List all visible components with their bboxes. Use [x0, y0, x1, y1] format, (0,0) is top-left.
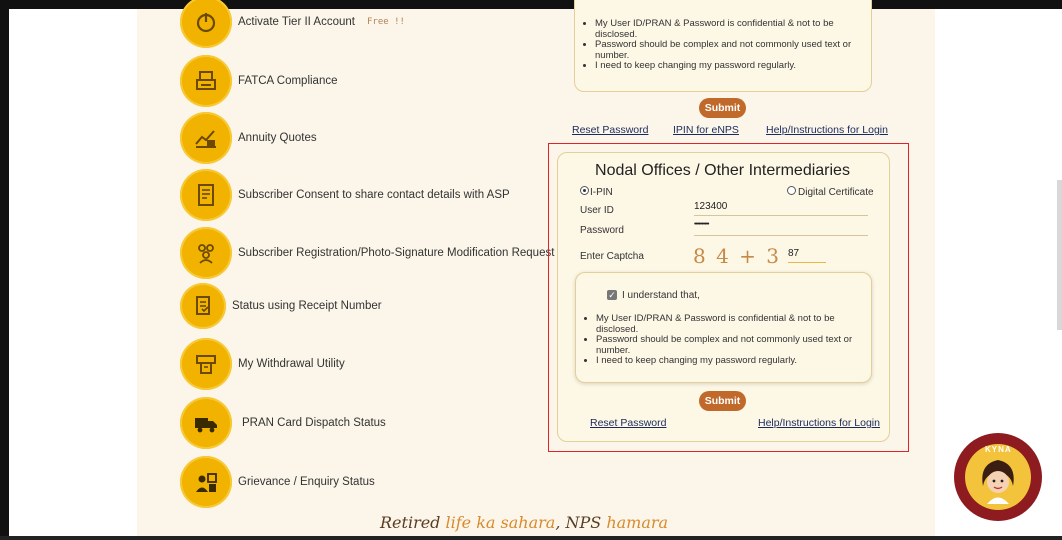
list-item: My User ID/PRAN & Password is confidenti… — [595, 18, 871, 40]
ipin-enps-link[interactable]: IPIN for eNPS — [673, 124, 739, 136]
printer-icon — [180, 55, 232, 107]
window-frame-top — [0, 0, 1062, 9]
menu-label: Subscriber Consent to share contact deta… — [238, 189, 510, 201]
help-instructions-link[interactable]: Help/Instructions for Login — [758, 417, 880, 429]
tagline-part: Retired — [380, 513, 446, 532]
menu-label: PRAN Card Dispatch Status — [242, 417, 386, 429]
menu-item-grievance[interactable]: Grievance / Enquiry Status — [180, 456, 375, 508]
top-consent-list: My User ID/PRAN & Password is confidenti… — [575, 18, 871, 72]
power-icon — [180, 0, 232, 48]
list-item: I need to keep changing my password regu… — [596, 355, 871, 367]
consent-checkbox[interactable]: ✓ — [607, 290, 617, 300]
window-frame-left — [0, 0, 9, 540]
ipin-radio-label: I-PIN — [590, 187, 613, 198]
submit-button[interactable]: Submit — [699, 391, 746, 411]
list-item: My User ID/PRAN & Password is confidenti… — [596, 313, 871, 335]
consent-list: My User ID/PRAN & Password is confidenti… — [576, 313, 871, 367]
menu-item-fatca[interactable]: FATCA Compliance — [180, 55, 338, 107]
menu-label: Activate Tier II Account — [238, 16, 355, 28]
captcha-input[interactable]: 87 — [788, 248, 826, 263]
menu-label: Status using Receipt Number — [232, 300, 382, 312]
ipin-radio[interactable] — [580, 186, 589, 195]
tagline-highlight: life ka sahara — [445, 513, 556, 532]
chatbot-label: KYNA — [985, 445, 1012, 454]
menu-label: Annuity Quotes — [238, 132, 317, 144]
menu-label: FATCA Compliance — [238, 75, 338, 87]
top-submit-button[interactable]: Submit — [699, 98, 746, 118]
menu-label: Subscriber Registration/Photo-Signature … — [238, 247, 555, 259]
menu-item-status-receipt[interactable]: Status using Receipt Number — [180, 283, 382, 329]
consent-document-icon — [180, 169, 232, 221]
user-id-field[interactable]: 123400 — [694, 201, 868, 216]
menu-item-subscriber-registration[interactable]: Subscriber Registration/Photo-Signature … — [180, 227, 554, 279]
tagline-part: , NPS — [555, 513, 607, 532]
menu-item-annuity-quotes[interactable]: Annuity Quotes — [180, 112, 317, 164]
list-item: I need to keep changing my password regu… — [595, 60, 871, 72]
captcha-image: 8 4 + 3 = — [693, 244, 782, 292]
list-item: Password should be complex and not commo… — [596, 334, 871, 356]
atm-withdrawal-icon — [180, 338, 232, 390]
menu-item-subscriber-consent[interactable]: Subscriber Consent to share contact deta… — [180, 169, 510, 221]
scrollbar[interactable] — [1057, 180, 1062, 330]
password-label: Password — [580, 225, 624, 236]
annuity-chart-icon — [180, 112, 232, 164]
list-item: Password should be complex and not commo… — [595, 39, 871, 61]
grievance-icon — [180, 456, 232, 508]
menu-label: My Withdrawal Utility — [238, 358, 345, 370]
footer-tagline: Retired life ka sahara, NPS hamara — [380, 513, 668, 532]
password-field[interactable]: •••••••••• — [694, 221, 868, 236]
menu-item-activate-tier-2[interactable]: Activate Tier II Account Free !! — [180, 0, 405, 48]
menu-label: Grievance / Enquiry Status — [238, 476, 375, 488]
consent-label: I understand that, — [622, 290, 700, 301]
free-badge: Free !! — [366, 17, 405, 27]
digital-certificate-label: Digital Certificate — [798, 187, 874, 198]
captcha-label: Enter Captcha — [580, 251, 644, 262]
digital-certificate-radio[interactable] — [787, 186, 796, 195]
menu-item-pran-dispatch[interactable]: PRAN Card Dispatch Status — [180, 397, 386, 449]
people-group-icon — [180, 227, 232, 279]
receipt-icon — [180, 283, 226, 329]
window-frame-bottom — [0, 536, 1062, 540]
top-help-link[interactable]: Help/Instructions for Login — [766, 124, 888, 136]
panel-title: Nodal Offices / Other Intermediaries — [595, 162, 850, 179]
delivery-truck-icon — [180, 397, 232, 449]
user-id-label: User ID — [580, 205, 614, 216]
consent-box: ✓ I understand that, My User ID/PRAN & P… — [575, 272, 872, 383]
top-consent-box: My User ID/PRAN & Password is confidenti… — [574, 0, 872, 92]
menu-item-withdrawal-utility[interactable]: My Withdrawal Utility — [180, 338, 345, 390]
top-reset-password-link[interactable]: Reset Password — [572, 124, 648, 136]
reset-password-link[interactable]: Reset Password — [590, 417, 666, 429]
tagline-highlight: hamara — [606, 513, 669, 532]
